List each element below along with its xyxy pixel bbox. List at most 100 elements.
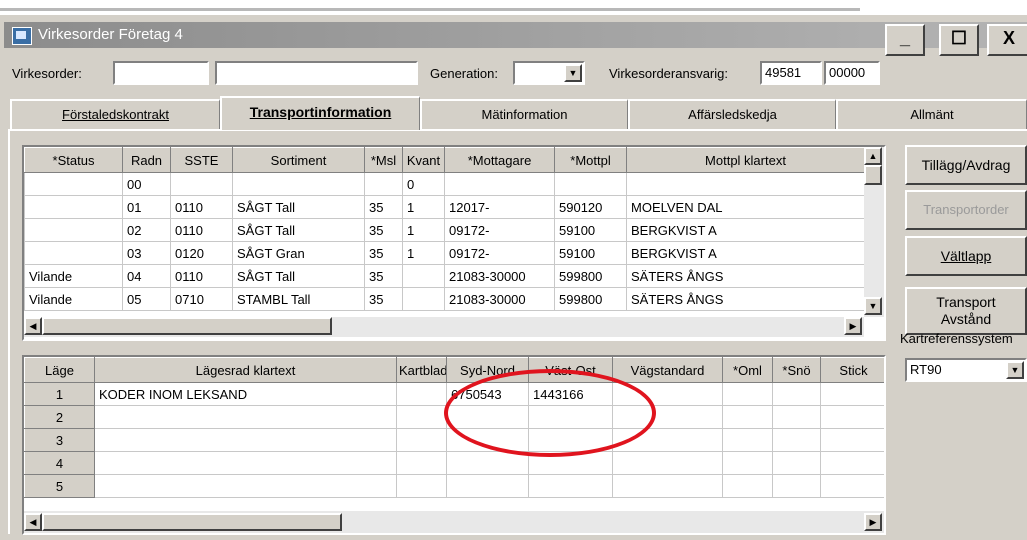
row-header[interactable]: 4 xyxy=(24,451,95,475)
table-cell[interactable] xyxy=(364,172,403,196)
column-header[interactable]: *Mottpl xyxy=(554,147,627,173)
table-cell[interactable] xyxy=(612,451,723,475)
scroll-left-icon[interactable]: ◀ xyxy=(24,513,42,531)
table-cell[interactable] xyxy=(24,195,123,219)
table-row[interactable]: 5 xyxy=(24,474,884,498)
table-cell[interactable] xyxy=(446,451,529,475)
column-header[interactable]: Lägesrad klartext xyxy=(94,357,397,383)
kartreferenssystem-select[interactable]: RT90 ▼ xyxy=(905,358,1027,382)
table-cell[interactable]: BERGKVIST A xyxy=(626,218,865,242)
tab-allmant[interactable]: Allmänt xyxy=(836,99,1027,129)
table-cell[interactable] xyxy=(402,264,445,288)
column-header[interactable]: *Snö xyxy=(772,357,821,383)
table-row[interactable]: Vilande 05 0710 STAMBL Tall 35 21083-30000 599… xyxy=(24,287,865,311)
table-row[interactable]: 1 KODER INOM LEKSAND 6750543 1443166 xyxy=(24,382,884,406)
table-cell[interactable]: 1 xyxy=(402,241,445,265)
scroll-right-icon[interactable]: ▶ xyxy=(864,513,882,531)
virkesorder-input-1[interactable] xyxy=(113,61,209,85)
table-cell[interactable] xyxy=(722,382,773,406)
table-cell[interactable]: MOELVEN DAL xyxy=(626,195,865,219)
table-cell[interactable] xyxy=(94,451,397,475)
table-cell[interactable]: 21083-30000 xyxy=(444,264,555,288)
table-cell[interactable]: 590120 xyxy=(554,195,627,219)
upper-vscroll-thumb[interactable] xyxy=(864,165,882,185)
table-cell[interactable] xyxy=(612,474,723,498)
maximize-button[interactable]: ☐ xyxy=(939,24,979,56)
column-header[interactable]: *Mottagare xyxy=(444,147,555,173)
table-cell[interactable] xyxy=(820,451,884,475)
column-header[interactable]: Kvant xyxy=(402,147,445,173)
table-cell[interactable] xyxy=(612,428,723,452)
table-row[interactable]: 01 0110 SÅGT Tall 35 1 12017- 590120 MOELVEN DA… xyxy=(24,195,865,219)
column-header[interactable]: *Oml xyxy=(722,357,773,383)
table-cell[interactable]: Vilande xyxy=(24,287,123,311)
table-cell[interactable]: 59100 xyxy=(554,241,627,265)
table-cell[interactable]: 02 xyxy=(122,218,171,242)
ansvarig-input-1[interactable]: 49581 xyxy=(760,61,822,85)
valtlapp-button[interactable]: Vältlapp xyxy=(905,236,1027,276)
table-cell[interactable]: BERGKVIST A xyxy=(626,241,865,265)
table-cell[interactable] xyxy=(722,474,773,498)
column-header[interactable]: *Msl xyxy=(364,147,403,173)
table-cell[interactable]: 0110 xyxy=(170,218,233,242)
table-cell[interactable] xyxy=(820,382,884,406)
table-cell[interactable] xyxy=(396,451,447,475)
column-header[interactable]: SSTE xyxy=(170,147,233,173)
generation-select[interactable]: ▼ xyxy=(513,61,585,85)
row-header[interactable]: 2 xyxy=(24,405,95,429)
table-cell[interactable] xyxy=(396,474,447,498)
table-cell[interactable] xyxy=(772,382,821,406)
table-cell[interactable] xyxy=(24,241,123,265)
table-cell[interactable]: 03 xyxy=(122,241,171,265)
upper-vertical-scrollbar[interactable]: ▲ ▼ xyxy=(864,147,884,317)
table-cell[interactable]: 35 xyxy=(364,287,403,311)
table-cell[interactable]: KODER INOM LEKSAND xyxy=(94,382,397,406)
table-cell[interactable] xyxy=(528,474,613,498)
table-row[interactable]: 03 0120 SÅGT Gran 35 1 09172- 59100 BERGKVIST A xyxy=(24,241,865,265)
table-cell[interactable]: 0 xyxy=(402,172,445,196)
table-cell[interactable] xyxy=(612,405,723,429)
table-cell[interactable] xyxy=(820,405,884,429)
table-cell[interactable] xyxy=(232,172,365,196)
table-cell[interactable]: 00 xyxy=(122,172,171,196)
table-cell[interactable] xyxy=(626,172,865,196)
tab-forstaledskontrakt[interactable]: Förstaledskontrakt xyxy=(10,99,220,129)
column-header[interactable]: Sortiment xyxy=(232,147,365,173)
table-cell[interactable]: 35 xyxy=(364,195,403,219)
column-header[interactable]: *Status xyxy=(24,147,123,173)
scroll-right-icon[interactable]: ▶ xyxy=(844,317,862,335)
table-cell[interactable] xyxy=(446,474,529,498)
table-cell[interactable]: 12017- xyxy=(444,195,555,219)
column-header[interactable]: Väst-Ost xyxy=(528,357,613,383)
tab-affarsledskedja[interactable]: Affärsledskedja xyxy=(628,99,836,129)
table-row[interactable]: 02 0110 SÅGT Tall 35 1 09172- 59100 BERGKVIST A xyxy=(24,218,865,242)
table-cell[interactable]: 1 xyxy=(402,218,445,242)
table-cell[interactable] xyxy=(820,474,884,498)
table-cell[interactable] xyxy=(402,287,445,311)
column-header[interactable]: Stick xyxy=(820,357,884,383)
table-cell[interactable]: 6750543 xyxy=(446,382,529,406)
table-cell[interactable]: SÅGT Tall xyxy=(232,264,365,288)
table-cell[interactable] xyxy=(772,451,821,475)
table-cell[interactable]: 59100 xyxy=(554,218,627,242)
table-cell[interactable] xyxy=(554,172,627,196)
ansvarig-input-2[interactable]: 00000 xyxy=(824,61,880,85)
table-cell[interactable]: STAMBL Tall xyxy=(232,287,365,311)
table-cell[interactable] xyxy=(396,382,447,406)
close-button[interactable]: X xyxy=(987,24,1027,56)
lower-hscroll-thumb[interactable] xyxy=(42,513,342,531)
table-cell[interactable]: SÅGT Tall xyxy=(232,195,365,219)
table-row[interactable]: 00 0 xyxy=(24,172,865,196)
scroll-up-icon[interactable]: ▲ xyxy=(864,147,882,165)
table-cell[interactable]: 35 xyxy=(364,264,403,288)
table-cell[interactable]: 1443166 xyxy=(528,382,613,406)
tillagg-avdrag-button[interactable]: Tillägg/Avdrag xyxy=(905,145,1027,185)
table-cell[interactable] xyxy=(722,428,773,452)
table-cell[interactable] xyxy=(612,382,723,406)
table-cell[interactable]: 599800 xyxy=(554,264,627,288)
table-cell[interactable]: 0110 xyxy=(170,195,233,219)
chevron-down-icon[interactable]: ▼ xyxy=(1006,361,1024,379)
virkesorder-input-2[interactable] xyxy=(215,61,418,85)
table-cell[interactable] xyxy=(24,172,123,196)
table-cell[interactable] xyxy=(94,474,397,498)
